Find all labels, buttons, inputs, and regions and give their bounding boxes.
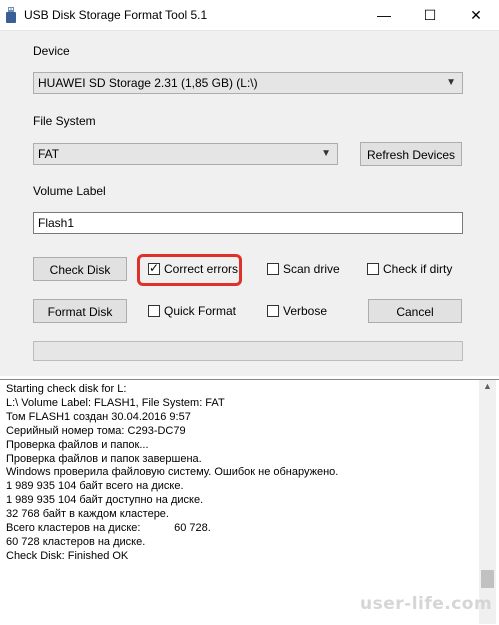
volume-label-value: Flash1 — [38, 216, 75, 230]
log-line: Проверка файлов и папок завершена. — [6, 452, 202, 465]
format-disk-button[interactable]: Format Disk — [33, 299, 127, 323]
log-line: Проверка файлов и папок... — [6, 438, 149, 451]
log-output[interactable]: Starting check disk for L: L:\ Volume La… — [0, 379, 499, 625]
check-disk-button[interactable]: Check Disk — [33, 257, 127, 281]
maximize-icon: ☐ — [423, 7, 437, 23]
refresh-devices-button[interactable]: Refresh Devices — [360, 142, 462, 166]
device-label: Device — [33, 44, 70, 58]
check-disk-label: Check Disk — [49, 263, 111, 277]
log-line: L:\ Volume Label: FLASH1, File System: F… — [6, 396, 225, 409]
chevron-down-icon: ▼ — [321, 148, 331, 159]
log-line: 32 768 байт в каждом кластере. — [6, 508, 169, 521]
scrollbar-thumb[interactable] — [481, 570, 494, 588]
format-disk-label: Format Disk — [47, 305, 113, 319]
device-select[interactable]: HUAWEI SD Storage 2.31 (1,85 GB) (L:\) ▼ — [33, 72, 463, 94]
log-line: 1 989 935 104 байт всего на диске. — [6, 480, 184, 493]
close-icon: ✕ — [470, 7, 482, 23]
refresh-devices-label: Refresh Devices — [366, 148, 456, 162]
verbose-checkbox[interactable] — [267, 305, 279, 317]
log-lines: Starting check disk for L: L:\ Volume La… — [6, 383, 476, 564]
check-if-dirty-option[interactable]: Check if dirty — [367, 262, 452, 276]
log-line: Check Disk: Finished OK — [6, 549, 129, 562]
verbose-label: Verbose — [283, 304, 328, 318]
quick-format-label: Quick Format — [164, 304, 237, 318]
check-if-dirty-checkbox[interactable] — [367, 263, 379, 275]
highlight-box — [137, 254, 242, 286]
quick-format-checkbox[interactable] — [148, 305, 160, 317]
file-system-select-value: FAT — [38, 147, 60, 161]
log-line: 1 989 935 104 байт доступно на диске. — [6, 494, 204, 507]
log-line: Всего кластеров на диске: 60 728. — [6, 522, 211, 535]
close-button[interactable]: ✕ — [453, 0, 499, 30]
maximize-button[interactable]: ☐ — [407, 0, 453, 30]
log-line: Серийный номер тома: C293-DC79 — [6, 424, 186, 437]
file-system-label: File System — [33, 114, 96, 128]
verbose-option[interactable]: Verbose — [267, 304, 327, 318]
scan-drive-label: Scan drive — [283, 262, 340, 276]
scroll-up-arrow-icon[interactable]: ▲ — [479, 381, 496, 397]
file-system-select[interactable]: FAT ▼ — [33, 143, 338, 165]
minimize-button[interactable]: — — [361, 0, 407, 30]
log-line: Windows проверила файловую систему. Ошиб… — [6, 466, 339, 479]
quick-format-option[interactable]: Quick Format — [148, 304, 236, 318]
window-title: USB Disk Storage Format Tool 5.1 — [24, 8, 208, 22]
log-line: Том FLASH1 создан 30.04.2016 9:57 — [6, 410, 191, 423]
cancel-label: Cancel — [396, 305, 434, 319]
volume-label-input[interactable]: Flash1 — [33, 212, 463, 234]
log-line: 60 728 кластеров на диске. — [6, 535, 146, 548]
check-if-dirty-label: Check if dirty — [383, 262, 453, 276]
log-line: Starting check disk for L: — [6, 383, 127, 395]
minimize-icon: — — [377, 7, 391, 23]
progress-bar — [33, 341, 463, 361]
scan-drive-checkbox[interactable] — [267, 263, 279, 275]
scan-drive-option[interactable]: Scan drive — [267, 262, 340, 276]
volume-label-label: Volume Label — [33, 184, 106, 198]
device-select-value: HUAWEI SD Storage 2.31 (1,85 GB) (L:\) — [38, 76, 258, 90]
watermark: user-life.com — [360, 594, 493, 614]
cancel-button[interactable]: Cancel — [368, 299, 462, 323]
chevron-down-icon: ▼ — [446, 77, 456, 88]
title-bar: USB Disk Storage Format Tool 5.1 — ☐ ✕ — [0, 0, 499, 31]
usb-drive-icon — [6, 7, 16, 23]
